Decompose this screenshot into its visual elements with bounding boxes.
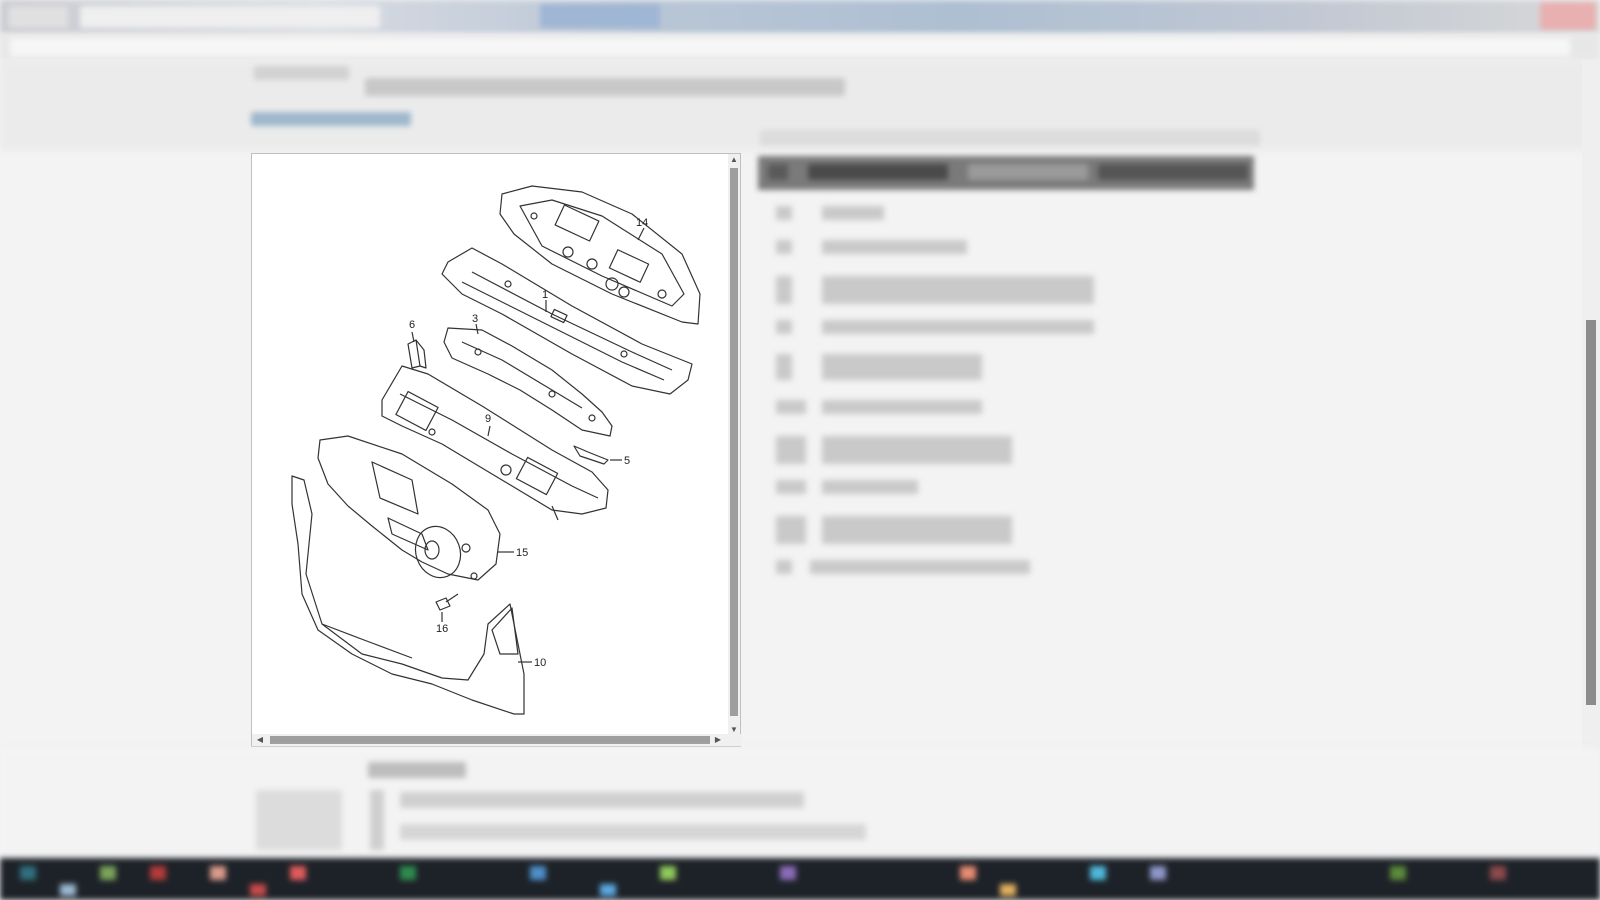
list-item[interactable]: [822, 206, 884, 220]
taskbar-icon[interactable]: [1490, 866, 1506, 880]
footer-area: [0, 748, 1600, 858]
part-6-bracket: [407, 339, 427, 369]
list-item[interactable]: [822, 480, 918, 494]
footer-text: [400, 792, 804, 808]
list-item[interactable]: [822, 436, 1012, 464]
close-window-button[interactable]: [1540, 2, 1596, 30]
url-input[interactable]: [10, 38, 1570, 56]
scroll-thumb[interactable]: [270, 736, 710, 744]
parts-table-header: [758, 156, 1254, 190]
part-16-screw: [435, 593, 459, 611]
taskbar-icon[interactable]: [210, 866, 226, 880]
tab[interactable]: [540, 4, 660, 28]
taskbar-icon[interactable]: [100, 866, 116, 880]
callout-labels: 14 1 3 6 9 5 15 16 10: [409, 217, 648, 669]
list-item[interactable]: [776, 354, 792, 380]
part-1-cowl: [441, 247, 693, 395]
page-vertical-scrollbar[interactable]: [1582, 60, 1600, 850]
callout-6: 6: [409, 319, 415, 331]
callout-14: 14: [636, 217, 648, 229]
list-item[interactable]: [822, 240, 967, 254]
scroll-right-arrow-icon[interactable]: ▶: [712, 734, 724, 746]
taskbar-icon[interactable]: [400, 866, 416, 880]
list-item[interactable]: [776, 436, 806, 464]
taskbar-icon[interactable]: [660, 866, 676, 880]
list-item[interactable]: [822, 516, 1012, 544]
scroll-thumb[interactable]: [1586, 320, 1596, 705]
taskbar-icon[interactable]: [1150, 866, 1166, 880]
list-item[interactable]: [810, 560, 1030, 574]
footer-text: [400, 824, 866, 840]
list-item[interactable]: [776, 206, 792, 220]
callout-5: 5: [624, 455, 630, 467]
list-item[interactable]: [776, 516, 806, 544]
footer-heading: [368, 762, 466, 778]
tab[interactable]: [80, 6, 380, 28]
list-item[interactable]: [822, 276, 1094, 304]
footer-image: [256, 790, 342, 850]
list-item[interactable]: [776, 560, 792, 574]
part-15-insulation: [317, 435, 501, 581]
diagram-horizontal-scrollbar[interactable]: ◀ ▶: [252, 734, 742, 746]
list-item[interactable]: [776, 480, 806, 494]
taskbar-icon[interactable]: [780, 866, 796, 880]
list-item[interactable]: [776, 400, 806, 414]
page-title: [365, 78, 845, 96]
callout-10: 10: [534, 657, 546, 669]
list-item[interactable]: [822, 354, 982, 380]
part-14-panel: [499, 185, 701, 325]
taskbar-icon[interactable]: [1390, 866, 1406, 880]
toolbar: [760, 130, 1260, 146]
scroll-left-arrow-icon[interactable]: ◀: [254, 734, 266, 746]
list-item[interactable]: [776, 240, 792, 254]
parts-diagram: 14 1 3 6 9 5 15 16 10: [291, 185, 701, 715]
scroll-thumb[interactable]: [730, 168, 738, 716]
page-header-area: [0, 60, 1600, 150]
taskbar-icon[interactable]: [960, 866, 976, 880]
list-item[interactable]: [776, 320, 792, 334]
list-item[interactable]: [776, 276, 792, 304]
taskbar[interactable]: [0, 858, 1600, 900]
callout-9: 9: [485, 413, 491, 425]
callout-1: 1: [542, 289, 548, 301]
taskbar-icon[interactable]: [150, 866, 166, 880]
diagram-vertical-scrollbar[interactable]: ▲ ▼: [728, 154, 740, 736]
part-9-plenum: [381, 365, 609, 521]
scroll-up-arrow-icon[interactable]: ▲: [728, 154, 740, 166]
browser-tab-bar[interactable]: [0, 0, 1600, 34]
part-5-clip: [573, 445, 609, 465]
address-bar[interactable]: [0, 34, 1600, 60]
taskbar-icon[interactable]: [290, 866, 306, 880]
taskbar-icon[interactable]: [20, 866, 36, 880]
tab[interactable]: [8, 6, 68, 28]
breadcrumb[interactable]: [254, 66, 349, 80]
diagram-viewer[interactable]: 14 1 3 6 9 5 15 16 10 ▲ ▼ ◀ ▶: [251, 153, 742, 747]
taskbar-icon[interactable]: [530, 866, 546, 880]
list-item[interactable]: [822, 320, 1094, 334]
taskbar-icon[interactable]: [1090, 866, 1106, 880]
link[interactable]: [251, 112, 411, 126]
list-item[interactable]: [822, 400, 982, 414]
callout-15: 15: [516, 547, 528, 559]
callout-16: 16: [436, 623, 448, 635]
callout-3: 3: [472, 313, 478, 325]
